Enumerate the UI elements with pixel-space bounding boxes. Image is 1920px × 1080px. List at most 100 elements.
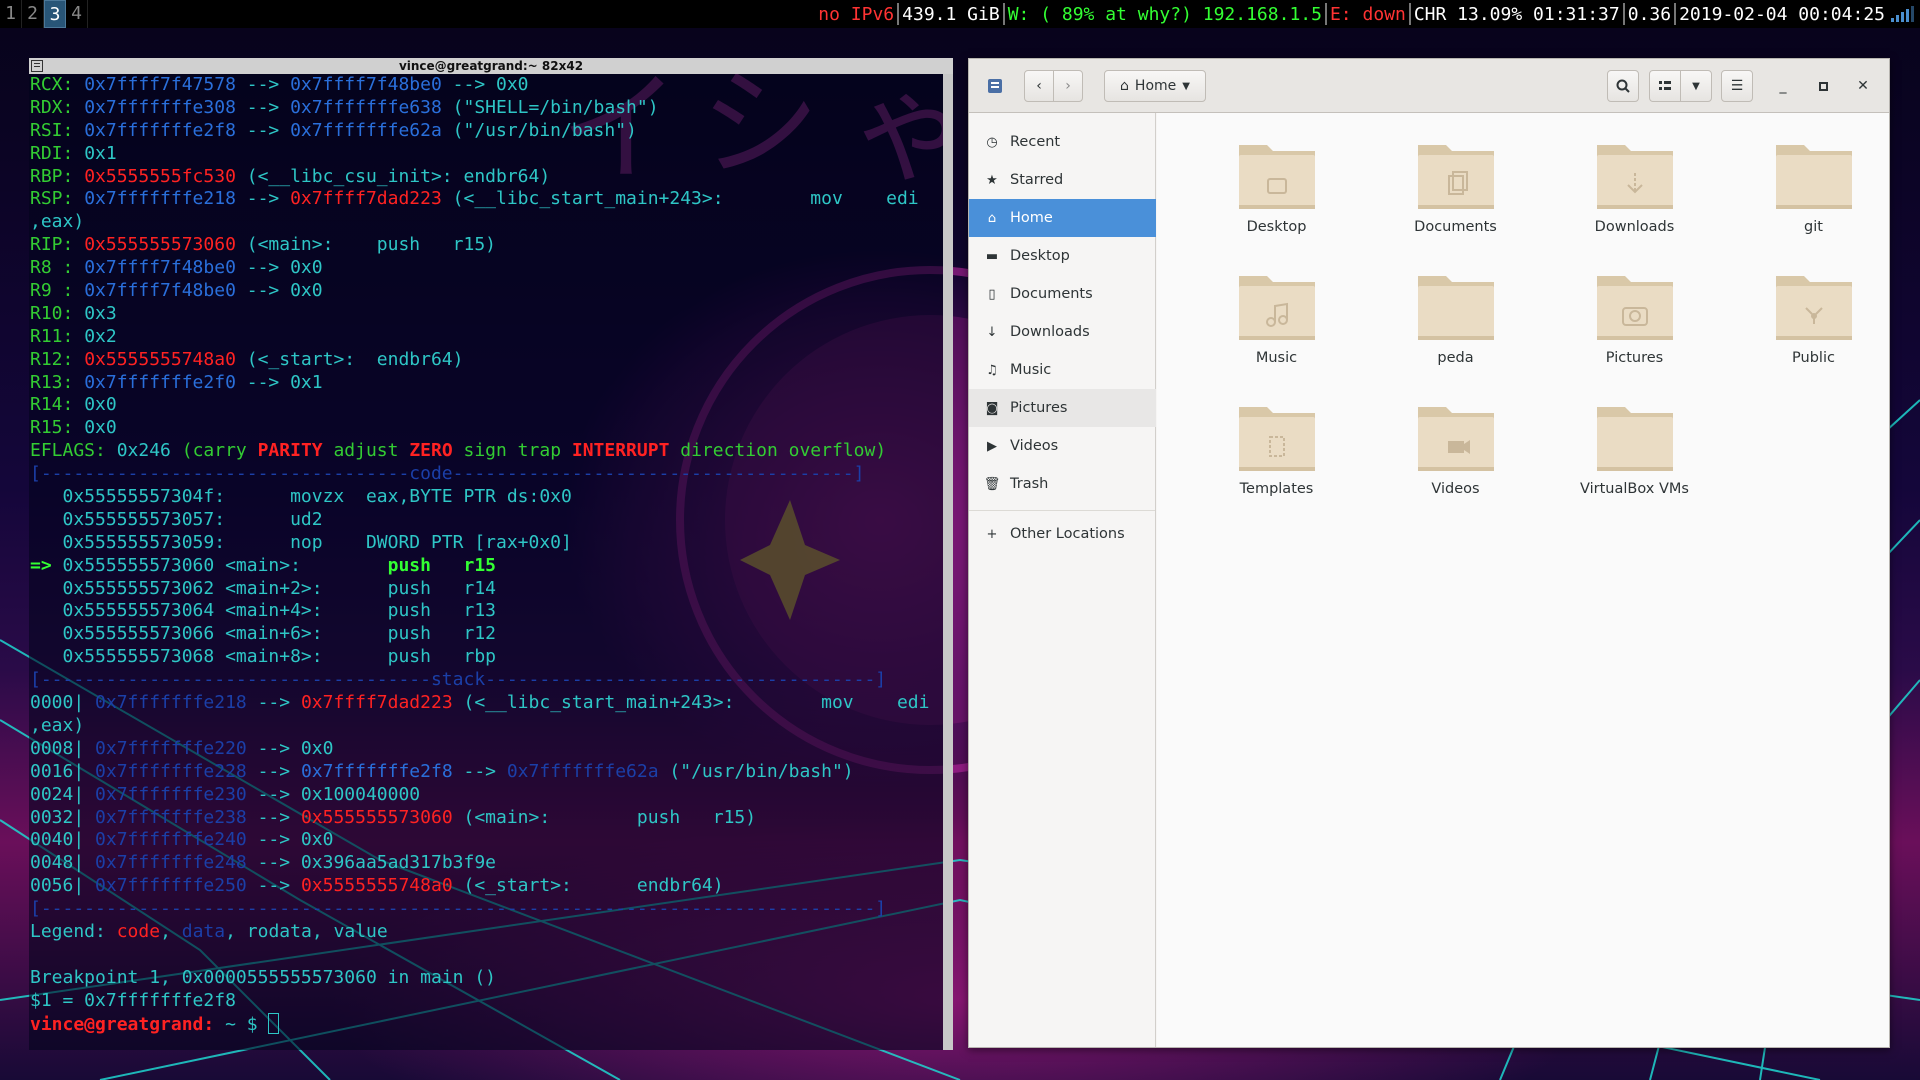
maximize-button[interactable] [1809,72,1837,100]
folder-item[interactable]: Templates [1187,393,1366,524]
back-button[interactable]: ‹ [1024,70,1054,102]
plus-icon: + [986,526,998,542]
terminal-line: 0000| 0x7fffffffe218 --> 0x7ffff7dad223 … [30,692,943,715]
sidebar-item-recent[interactable]: ◷ Recent [969,123,1156,161]
sidebar-item-home[interactable]: ⌂ Home [969,199,1156,237]
terminal-text: direction overflow) [680,440,887,462]
sidebar-item-label: Desktop [1010,248,1070,264]
terminal-text: (<_start>: endbr64) [452,875,724,897]
workspace-button[interactable]: 3 [44,0,66,28]
terminal-text: 0x5555555fc530 [84,165,236,187]
chevron-left-icon: ‹ [1036,78,1042,94]
folder-label: Downloads [1594,219,1675,235]
terminal-text: 0x55555557304f: movzx eax,BYTE PTR ds:0x… [30,486,572,508]
folder-item[interactable]: git [1724,131,1903,262]
terminal-line: => 0x555555573060 <main>: push r15 [30,555,943,578]
terminal-text: (<__libc_csu_init>: endbr64) [235,165,551,187]
view-options-button[interactable]: ▼ [1680,70,1712,102]
search-button[interactable] [1607,70,1639,102]
workspace-button[interactable]: 4 [66,0,88,28]
folder-item[interactable]: Downloads [1545,131,1724,262]
folder-item[interactable]: Music [1187,262,1366,393]
terminal-menu-icon[interactable] [31,60,43,72]
terminal-line: 0x55555557304f: movzx eax,BYTE PTR ds:0x… [30,486,943,509]
terminal-text: [---------------------------------------… [30,898,887,920]
folder-label: Videos [1431,481,1480,497]
sidebar-item-label: Home [1010,210,1053,226]
folder-icon [1238,276,1315,340]
top-status-bar: 1234 no IPv6 439.1 GiB W: ( 89% at why?) 1… [0,0,1920,28]
sidebar-item-label: Downloads [1010,324,1090,340]
terminal-text: ,eax) [30,211,85,233]
music-icon: ♫ [986,362,998,378]
location-button[interactable]: ⌂ Home ▼ [1104,70,1206,102]
sidebar-item-starred[interactable]: ★ Starred [969,161,1156,199]
document-icon: ▯ [988,286,996,302]
folder-icon [1238,407,1315,471]
close-icon: ✕ [1857,78,1869,94]
sidebar-toggle-icon[interactable] [981,72,1009,100]
terminal-text: => [30,554,63,576]
terminal-text: Legend: [30,920,117,942]
sidebar-item-documents[interactable]: ▯ Documents [969,275,1156,313]
close-button[interactable]: ✕ [1849,72,1877,100]
terminal-text: R10: [30,302,85,324]
folder-label: Public [1792,350,1835,366]
terminal-text: 0x7fffffffe308 [84,96,236,118]
file-view[interactable]: Desktop Documents Downloads git Music peda Pic… [1157,113,1889,1047]
terminal-text: , [311,920,334,942]
sidebar-item-other-locations[interactable]: + Other Locations [969,515,1156,553]
terminal-line: 0x555555573064 <main+4>: push r13 [30,600,943,623]
sidebar-item-music[interactable]: ♫ Music [969,351,1156,389]
terminal-titlebar[interactable]: vince@greatgrand:~ 82x42 [29,58,953,74]
terminal-text: , [160,920,182,942]
terminal-text: R11: [30,325,85,347]
terminal-line: 0x555555573068 <main+8>: push rbp [30,646,943,669]
sidebar-item-pictures[interactable]: ◙ Pictures [969,389,1156,427]
terminal-line: 0x555555573062 <main+2>: push r14 [30,578,943,601]
terminal-text: (<__libc_start_main+243>: mov edi [452,692,930,714]
folder-item[interactable]: Pictures [1545,262,1724,393]
folder-icon [1775,276,1852,340]
sidebar-item-desktop[interactable]: ▬ Desktop [969,237,1156,275]
terminal-window[interactable]: vince@greatgrand:~ 82x42 RCX: 0x7ffff7f4… [29,58,953,1050]
folder-item[interactable]: Public [1724,262,1903,393]
terminal-text: 0024| [30,783,96,805]
sidebar-item-videos[interactable]: ▶ Videos [969,427,1156,465]
terminal-text: 0x2 [84,325,117,347]
terminal-text: 0x7fffffffe2f0 [84,371,236,393]
folder-item[interactable]: Videos [1366,393,1545,524]
terminal-text: (<main>: push r15) [452,806,757,828]
terminal-text: R12: [30,348,85,370]
terminal-text: 0x7ffff7dad223 [300,692,453,714]
folder-item[interactable]: Documents [1366,131,1545,262]
terminal-text: (carry [181,440,258,462]
view-mode-button[interactable] [1649,70,1681,102]
folder-item[interactable]: VirtualBox VMs [1545,393,1724,524]
terminal-line: RIP: 0x555555573060 (<main>: push r15) [30,234,943,257]
terminal-prompt[interactable]: vince@greatgrand: ~ $ [30,1012,943,1036]
network-signal-icon[interactable] [1891,6,1914,22]
sidebar-item-downloads[interactable]: ↓ Downloads [969,313,1156,351]
terminal-output[interactable]: RCX: 0x7ffff7f47578 --> 0x7ffff7f48be0 -… [29,74,953,1050]
forward-button[interactable]: › [1053,70,1083,102]
terminal-text: 0032| [30,806,96,828]
folder-item[interactable]: Desktop [1187,131,1366,262]
terminal-text: 0x7ffff7dad223 [290,188,442,210]
battery-status: CHR 13.09% 01:31:37 [1413,3,1620,25]
terminal-text: --> 0x1 [235,371,323,393]
sidebar-item-trash[interactable]: 🗑 Trash [969,465,1156,503]
workspace-button[interactable]: 1 [0,0,22,28]
folder-item[interactable]: peda [1366,262,1545,393]
minimize-button[interactable]: _ [1769,72,1797,100]
menu-button[interactable]: ☰ [1721,70,1753,102]
terminal-text: 0x7fffffffe250 [95,875,247,897]
terminal-text: RCX: [30,74,85,95]
location-label: Home [1134,78,1177,94]
workspace-button[interactable]: 2 [22,0,44,28]
terminal-text: 0x1 [84,142,117,164]
prompt-path: ~ $ [214,1013,269,1035]
terminal-text: 0x7ffff7f48be0 [290,74,442,95]
sidebar-item-label: Recent [1010,134,1061,150]
terminal-text: INTERRUPT [571,440,681,462]
